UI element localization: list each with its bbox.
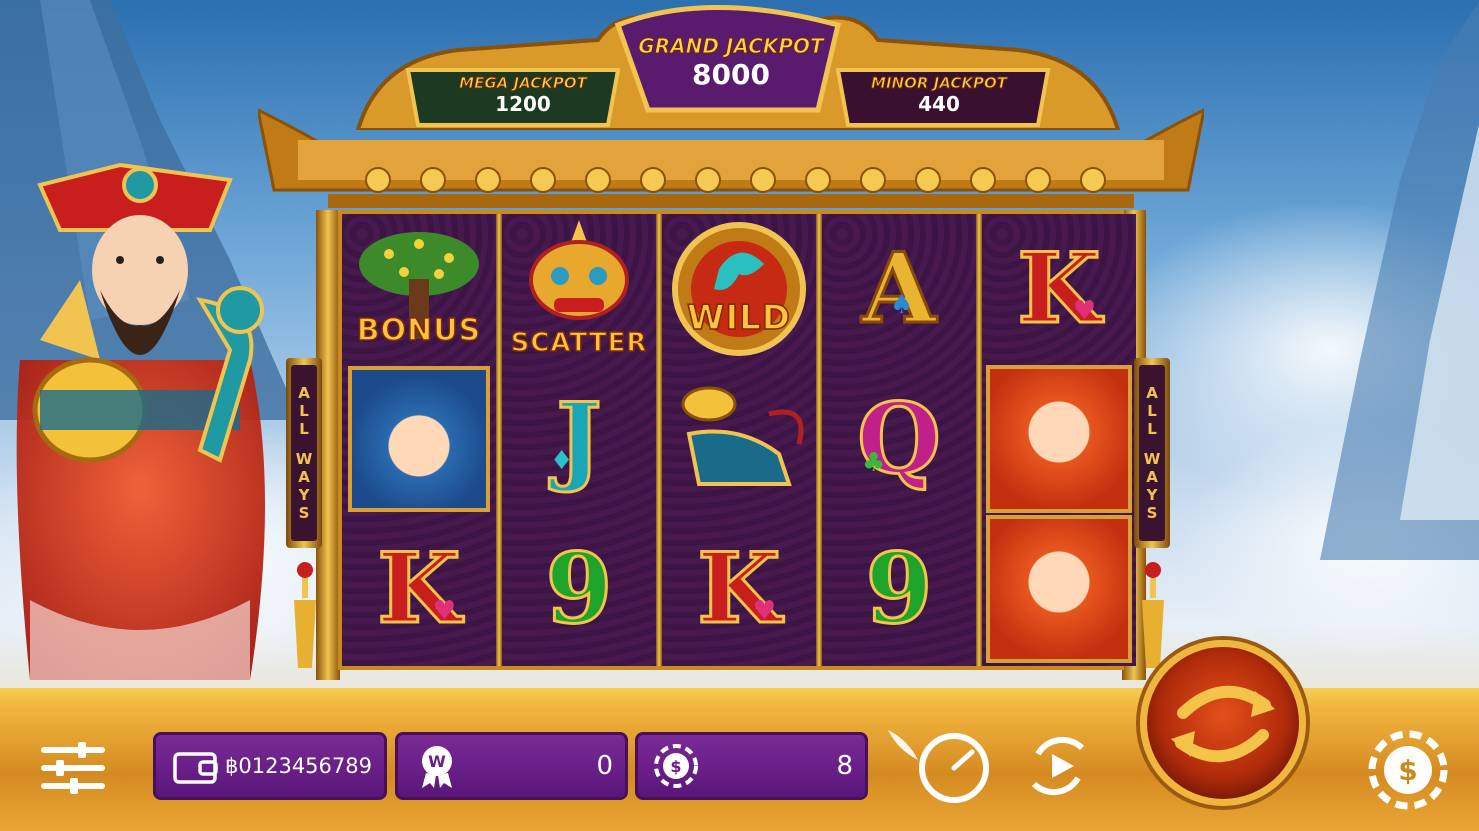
bonus-label: BONUS [356, 312, 482, 349]
boy-koi-portrait-icon [986, 515, 1132, 663]
spin-button[interactable] [1140, 640, 1306, 806]
banner-letter: L [299, 420, 309, 438]
banner-letter: L [1147, 402, 1157, 420]
mountain-right [1320, 1, 1479, 560]
god-of-wealth-character [16, 162, 265, 680]
svg-text:$: $ [1398, 754, 1417, 787]
banner-letter: W [295, 450, 313, 468]
banner-letter: A [298, 468, 310, 486]
banner-letter: L [299, 402, 309, 420]
spin-arrows-icon [1171, 685, 1275, 763]
reel-grid: BONUS K ♥ SCATTER J ♦ 9 WILD K ♥ A ♠ Q ♣… [338, 210, 1136, 670]
banner-letter: W [1143, 450, 1161, 468]
tassel-left [294, 562, 316, 668]
banner-letter: S [298, 504, 310, 522]
lion-dance-head-icon [529, 220, 629, 320]
scatter-label: SCATTER [510, 327, 648, 359]
symbol-ruyi [662, 364, 816, 514]
symbol-lion-scatter: SCATTER [502, 214, 656, 364]
symbol-boy-koi [982, 514, 1136, 664]
symbol-a: A ♠ [860, 232, 938, 345]
symbol-nine: 9 [544, 532, 614, 645]
bet-value: 8 [836, 751, 853, 781]
chip-icon: $ [654, 744, 698, 788]
reel-4: A ♠ Q ♣ 9 [822, 214, 976, 666]
minor-jackpot-label: MINOR JACKPOT [871, 74, 1008, 93]
grand-jackpot-value: 8000 [692, 58, 770, 91]
pagoda-roof [258, 108, 1204, 208]
reel-5: K ♥ [982, 214, 1136, 666]
spade-suit-icon: ♠ [890, 290, 914, 320]
win-field: W 0 [395, 732, 628, 800]
bet-field[interactable]: $ 8 [635, 732, 868, 800]
wild-coin-icon [672, 222, 806, 356]
heart-suit-icon: ♥ [432, 596, 456, 626]
wallet-icon [173, 752, 218, 784]
heart-suit-icon: ♥ [1072, 296, 1096, 326]
symbol-k: K ♥ [376, 532, 462, 645]
sliders-icon [41, 742, 105, 794]
banner-letter: Y [1146, 486, 1158, 504]
boy-koi-portrait-icon [986, 365, 1132, 513]
symbol-boy-koi [982, 364, 1136, 514]
banner-letter: S [1146, 504, 1158, 522]
svg-text:$: $ [670, 757, 681, 776]
grand-jackpot: GRAND JACKPOT 8000 [622, 34, 840, 92]
balance-value: ฿0123456789 [225, 754, 372, 778]
mega-jackpot-label: MEGA JACKPOT [459, 74, 588, 93]
speedometer-icon [888, 730, 989, 803]
banner-letter: Y [298, 486, 310, 504]
symbol-girl [342, 364, 496, 514]
symbol-k: K ♥ [696, 532, 782, 645]
banner-letter: A [298, 384, 310, 402]
banner-letter: L [1147, 420, 1157, 438]
win-ribbon-icon: W [422, 746, 452, 788]
girl-portrait-icon [348, 366, 490, 512]
grand-jackpot-label: GRAND JACKPOT [638, 34, 824, 59]
symbol-k: K ♥ [1016, 232, 1102, 345]
svg-text:W: W [428, 752, 446, 771]
diamond-suit-icon: ♦ [550, 446, 574, 476]
autoplay-icon [1031, 736, 1085, 796]
heart-suit-icon: ♥ [752, 596, 776, 626]
settings-menu-button[interactable] [38, 740, 108, 796]
all-ways-banner-right: A L L W A Y S [1134, 358, 1170, 548]
banner-letter: A [1146, 384, 1158, 402]
symbol-j: J ♦ [550, 382, 603, 495]
banner-letter: A [1146, 468, 1158, 486]
reel-1: BONUS K ♥ [342, 214, 496, 666]
symbol-bonus-tree: BONUS [342, 214, 496, 364]
bet-options-button[interactable]: $ [1366, 728, 1450, 812]
slot-machine: GRAND JACKPOT 8000 MEGA JACKPOT 1200 MIN… [258, 0, 1204, 700]
chip-icon: $ [1368, 730, 1448, 810]
symbol-q: Q ♣ [856, 382, 943, 495]
win-value: 0 [596, 751, 613, 781]
all-ways-banner-left: A L L W A Y S [286, 358, 322, 548]
turbo-speed-button[interactable] [878, 700, 994, 816]
club-suit-icon: ♣ [862, 448, 886, 478]
symbol-wild: WILD [662, 214, 816, 364]
wild-label: WILD [686, 297, 792, 339]
autoplay-button[interactable] [1018, 726, 1098, 806]
reel-3: WILD K ♥ [662, 214, 816, 666]
reel-2: SCATTER J ♦ 9 [502, 214, 656, 666]
balance-field: ฿0123456789 [153, 732, 387, 800]
symbol-nine: 9 [864, 532, 934, 645]
gold-ruyi-icon [681, 386, 804, 486]
